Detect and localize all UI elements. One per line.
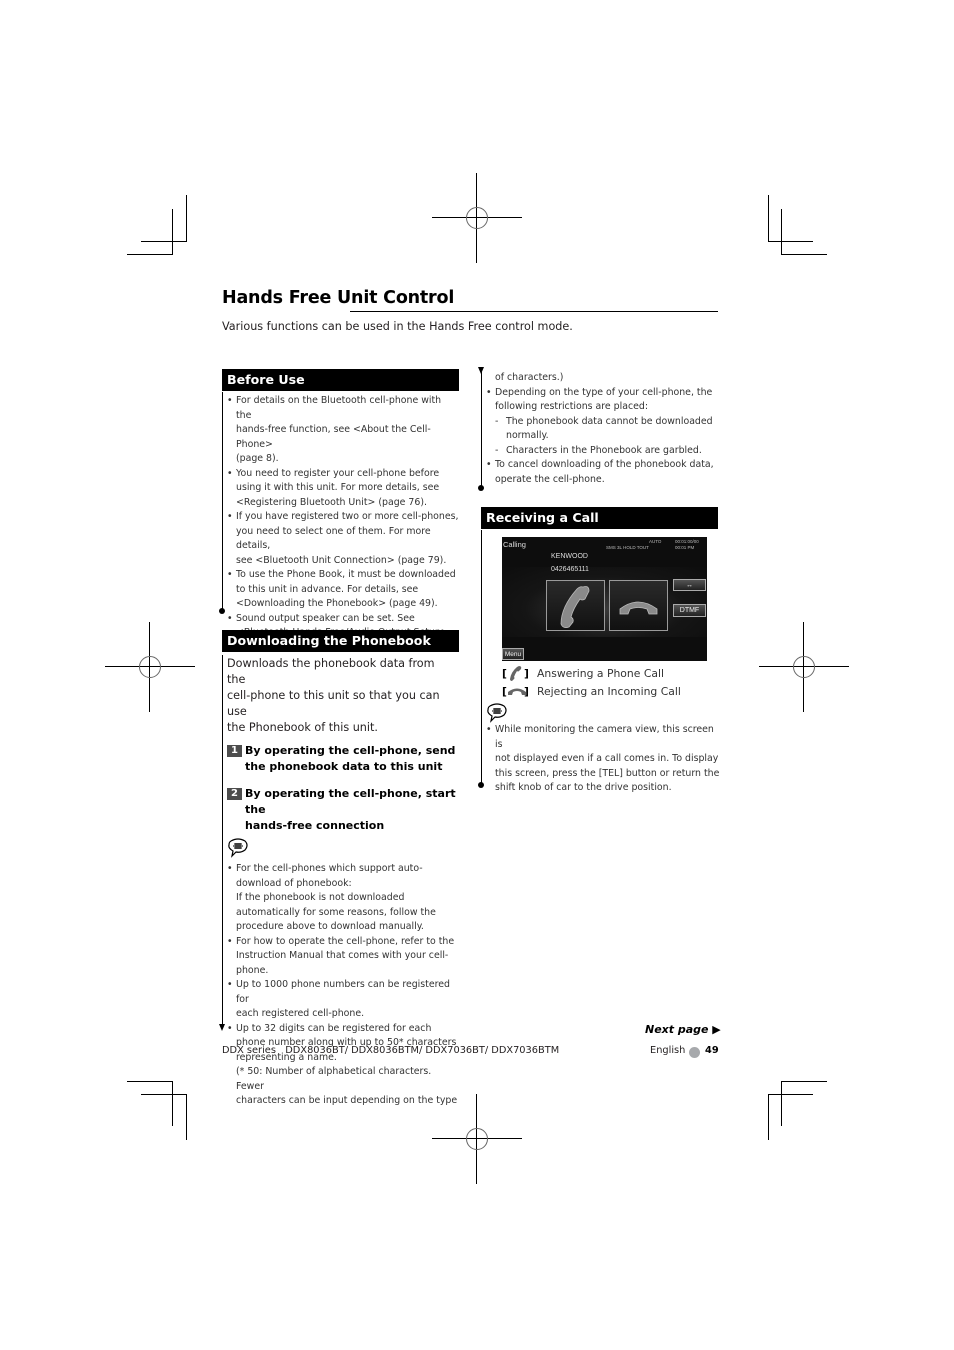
caller-name: KENWOOD — [551, 553, 588, 560]
step-1: 1 By operating the cell-phone, send the p… — [222, 743, 459, 775]
page-number: 49 — [705, 1045, 719, 1056]
downloading-description: Downloads the phonebook data from the cel… — [227, 657, 440, 734]
menu-button[interactable]: Menu — [502, 648, 524, 660]
downloading-section: Downloading the Phonebook Downloads the … — [222, 630, 459, 1109]
list-item: - Characters in the Phonebook are garbled… — [495, 444, 702, 456]
status-icons: SMS 3L HOLD TOUT — [606, 545, 649, 550]
note-icon-wrap — [222, 838, 459, 862]
list-item: of characters.) — [495, 372, 564, 383]
auto-label: AUTO — [649, 539, 662, 544]
continued-list: of characters.) • Depending on the type o… — [481, 371, 718, 487]
call-timer: 00:01:00/00 — [675, 539, 699, 544]
reject-phone-icon — [619, 601, 658, 615]
list-item: • For the cell-phones which support auto-… — [227, 863, 436, 932]
registration-mark-top — [432, 173, 522, 263]
registration-mark-left — [105, 622, 195, 712]
step-2: 2 By operating the cell-phone, start the… — [222, 786, 459, 834]
list-item: • Up to 1000 phone numbers can be registe… — [227, 979, 450, 1019]
list-item: • Depending on the type of your cell-phon… — [486, 386, 713, 413]
list-item: • You need to register your cell-phone be… — [227, 467, 440, 508]
note-icon — [487, 703, 507, 723]
list-item: • To cancel downloading of the phonebook … — [486, 459, 714, 485]
list-item: • For details on the Bluetooth cell-phone… — [227, 395, 442, 464]
downloading-notes-continued: of characters.) • Depending on the type o… — [481, 371, 718, 487]
model-series: DDX series DDX8036BT/ DDX8036BTM/ DDX703… — [222, 1045, 560, 1056]
registration-mark-right — [759, 622, 849, 712]
list-item: • For how to operate the cell-phone, refe… — [227, 935, 455, 976]
before-use-list: • For details on the Bluetooth cell-phone… — [222, 394, 459, 655]
step-number: 1 — [227, 745, 242, 757]
receiving-section: Receiving a Call — [481, 507, 718, 529]
list-item: • To use the Phone Book, it must be downl… — [227, 569, 456, 609]
before-use-section: Before Use • For details on the Bluetooth… — [222, 369, 459, 655]
list-item: • Up to 32 digits can be registered for e… — [227, 1022, 458, 1107]
section-heading: Receiving a Call — [481, 507, 718, 529]
downloading-notes: • For the cell-phones which support auto-… — [222, 862, 459, 1109]
answer-phone-icon — [560, 586, 590, 628]
step-number: 2 — [227, 788, 242, 800]
caller-number: 0426465111 — [551, 566, 589, 573]
language-label: English — [650, 1045, 686, 1056]
answer-phone-icon — [510, 666, 522, 681]
dtmf-button[interactable]: DTMF — [673, 604, 706, 617]
page-title: Hands Free Unit Control — [222, 288, 455, 308]
title-rule — [350, 311, 718, 312]
page-dot-icon — [689, 1047, 700, 1058]
swap-audio-button[interactable]: ↔ — [673, 579, 706, 591]
next-page-link[interactable]: Next page ▶ — [645, 1023, 721, 1036]
list-item: - The phonebook data cannot be downloaded… — [495, 415, 713, 442]
list-item: • While monitoring the camera view, this … — [486, 724, 720, 793]
section-heading: Before Use — [222, 369, 459, 391]
intro-text: Various functions can be used in the Han… — [222, 320, 573, 333]
clock: 00:01 PM — [675, 545, 695, 550]
list-item: • If you have registered two or more cell… — [227, 511, 459, 566]
calling-screen-image: Calling SMS 3L HOLD TOUT AUTO 00:01:00/0… — [502, 537, 707, 661]
call-status: Calling — [503, 540, 526, 549]
note-icon — [228, 838, 248, 858]
receiving-notes: • While monitoring the camera view, this … — [481, 723, 721, 796]
section-heading: Downloading the Phonebook — [222, 630, 459, 652]
answer-call-button[interactable] — [546, 580, 605, 631]
reject-call-button[interactable] — [609, 580, 668, 631]
